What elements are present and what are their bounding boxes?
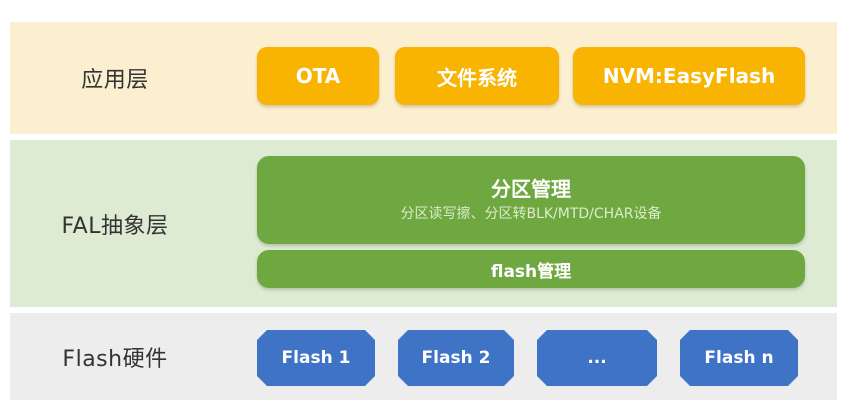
flash-1-label: Flash 1	[281, 348, 351, 368]
nvm-easyflash-box: NVM:EasyFlash	[573, 47, 805, 105]
flash-ellipsis-label: ...	[587, 348, 607, 368]
hardware-layer-label: Flash硬件	[62, 346, 168, 372]
partition-management-box: 分区管理 分区读写擦、分区转BLK/MTD/CHAR设备	[257, 156, 805, 244]
flash-management-box: flash管理	[257, 250, 805, 288]
partition-management-subtitle: 分区读写擦、分区转BLK/MTD/CHAR设备	[400, 206, 662, 222]
fal-layer: FAL抽象层 分区管理 分区读写擦、分区转BLK/MTD/CHAR设备 flas…	[10, 140, 837, 307]
flash-2-box: Flash 2	[398, 330, 514, 386]
fal-layer-label: FAL抽象层	[61, 213, 169, 239]
app-layer: 应用层 OTA 文件系统 NVM:EasyFlash	[10, 22, 837, 134]
partition-management-title: 分区管理	[491, 177, 571, 201]
app-layer-label: 应用层	[81, 68, 149, 93]
flash-n-box: Flash n	[680, 330, 798, 386]
ota-box: OTA	[257, 47, 379, 105]
hardware-layer: Flash硬件 Flash 1 Flash 2 ... Flash n	[10, 313, 837, 400]
flash-1-box: Flash 1	[257, 330, 375, 386]
flash-n-label: Flash n	[704, 348, 774, 368]
file-system-box: 文件系统	[395, 47, 559, 105]
flash-2-label: Flash 2	[421, 348, 491, 368]
flash-ellipsis-box: ...	[537, 330, 657, 386]
